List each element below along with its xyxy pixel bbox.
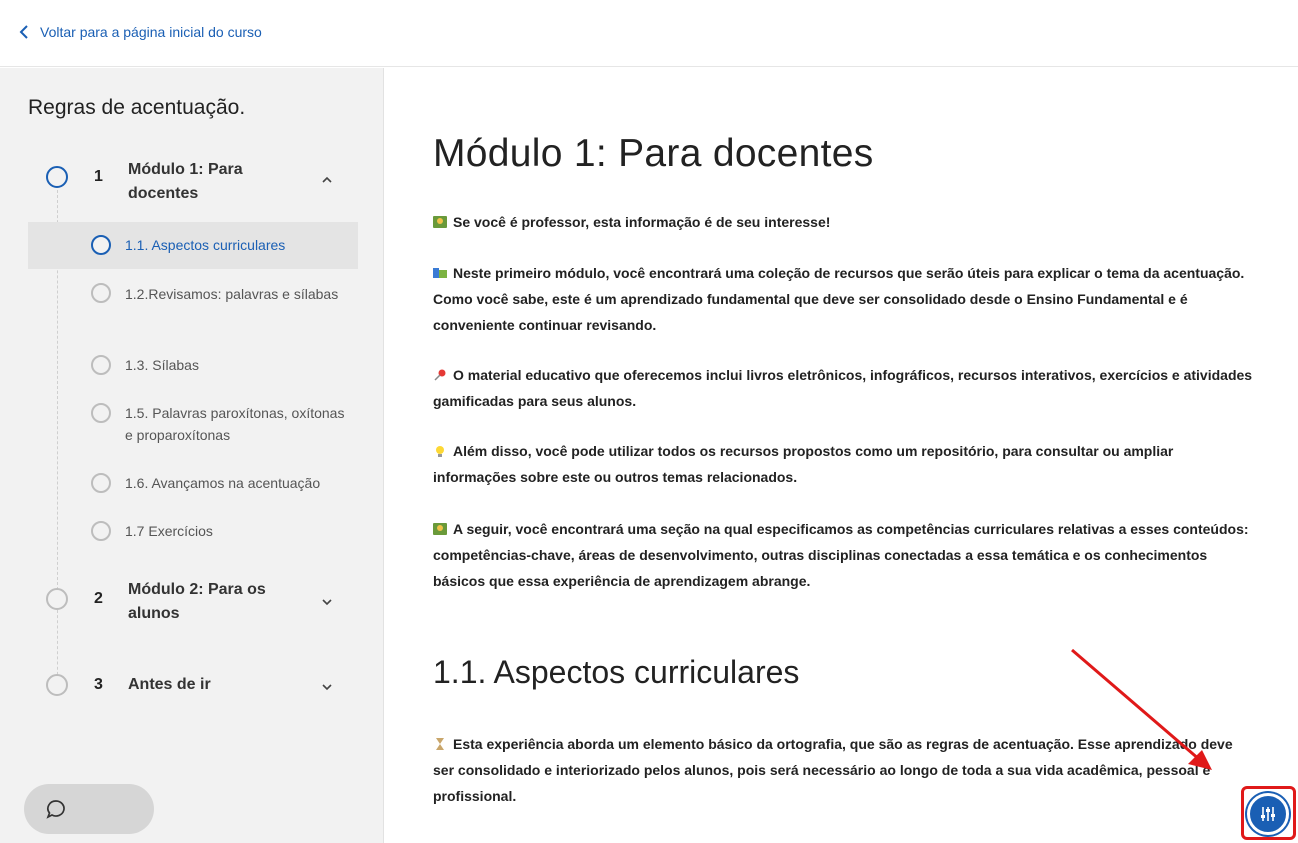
module-title: Módulo 1: Para docentes: [128, 161, 243, 202]
hourglass-icon: [436, 738, 444, 750]
chat-button[interactable]: [24, 784, 154, 834]
module-number: 2: [94, 590, 103, 607]
lesson-status-icon: [91, 235, 111, 255]
course-title: Regras de acentuação.: [28, 96, 246, 119]
chevron-down-icon[interactable]: [320, 595, 334, 609]
lesson-item-aspectos-curriculares[interactable]: 1.1. Aspectos curriculares: [28, 222, 358, 269]
lesson-label: 1.1. Aspectos curriculares: [125, 237, 286, 253]
intro-paragraph: Se você é professor, esta informação é d…: [433, 209, 1253, 235]
accessibility-settings-button[interactable]: [1247, 793, 1289, 835]
top-bar: Voltar para a página inicial do curso: [0, 0, 1298, 67]
module-title: Antes de ir: [128, 676, 211, 693]
module-status-icon: [46, 674, 68, 696]
chevron-down-icon[interactable]: [320, 680, 334, 694]
lesson-status-icon: [91, 283, 111, 303]
chevron-left-icon: [19, 25, 28, 39]
lesson-label: 1.5. Palavras paroxítonas, oxítonas e pr…: [125, 405, 345, 443]
module-number: 3: [94, 676, 103, 693]
teacher-icon: [433, 216, 447, 228]
lesson-item-exercicios[interactable]: 1.7 Exercícios: [28, 520, 358, 544]
chevron-up-icon[interactable]: [320, 173, 334, 187]
lesson-item-silabas[interactable]: 1.3. Sílabas: [28, 354, 358, 378]
books-icon: [433, 268, 447, 278]
sliders-icon: [1261, 807, 1275, 821]
lesson-item-revisamos[interactable]: 1.2.Revisamos: palavras e sílabas: [28, 280, 358, 330]
module-title: Módulo 2: Para os alunos: [128, 581, 266, 622]
content-paragraph: A seguir, você encontrará uma seção na q…: [433, 521, 1249, 589]
lesson-item-palavras[interactable]: 1.5. Palavras paroxítonas, oxítonas e pr…: [28, 402, 358, 452]
pin-icon: [434, 369, 446, 381]
teacher-icon: [433, 523, 447, 535]
module-status-icon: [46, 166, 68, 188]
lesson-label: 1.3. Sílabas: [125, 357, 199, 373]
lesson-status-icon: [91, 403, 111, 423]
lesson-item-avancamos[interactable]: 1.6. Avançamos na acentuação: [28, 472, 358, 496]
course-sidebar: Regras de acentuação. 1 Módulo 1: Para d…: [0, 68, 384, 843]
content-paragraph: Neste primeiro módulo, você encontrará u…: [433, 265, 1245, 333]
back-to-course-link[interactable]: Voltar para a página inicial do curso: [18, 24, 262, 40]
lesson-status-icon: [91, 521, 111, 541]
content-paragraph: O material educativo que oferecemos incl…: [433, 367, 1253, 409]
lesson-label: 1.6. Avançamos na acentuação: [125, 475, 321, 491]
lightbulb-icon: [436, 446, 444, 457]
lesson-status-icon: [91, 355, 111, 375]
annotation-arrow: [1071, 648, 1212, 770]
module-2-header[interactable]: 2 Módulo 2: Para os alunos: [28, 578, 358, 638]
module-heading: Módulo 1: Para docentes: [433, 132, 874, 175]
module-number: 1: [94, 168, 103, 185]
module-status-icon: [46, 588, 68, 610]
lesson-status-icon: [91, 473, 111, 493]
section-heading: 1.1. Aspectos curriculares: [433, 654, 800, 690]
content-paragraph: Além disso, você pode utilizar todos os …: [433, 443, 1174, 485]
chat-bubble-icon: [46, 800, 65, 819]
module-3-header[interactable]: 3 Antes de ir: [28, 673, 358, 703]
module-1-header[interactable]: 1 Módulo 1: Para docentes: [28, 158, 358, 218]
lesson-label: 1.2.Revisamos: palavras e sílabas: [125, 286, 339, 302]
back-link-label: Voltar para a página inicial do curso: [40, 24, 262, 40]
lesson-label: 1.7 Exercícios: [125, 523, 213, 539]
